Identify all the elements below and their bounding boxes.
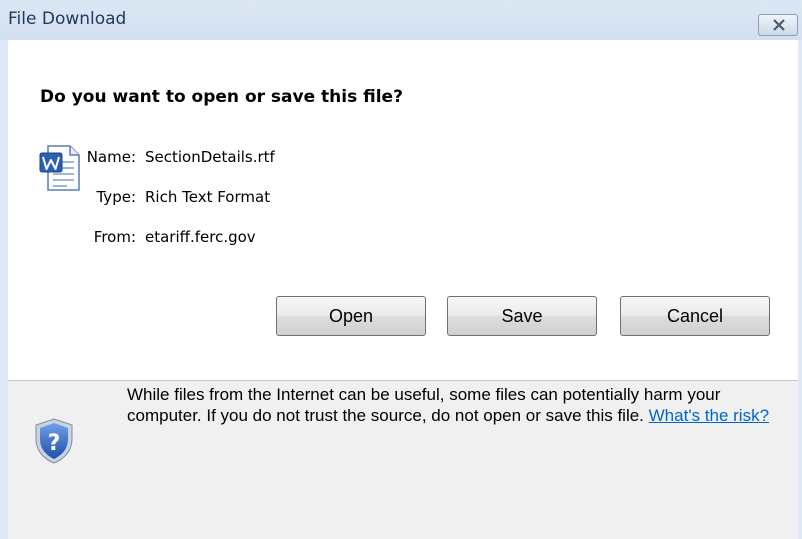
svg-text:?: ? <box>48 431 61 456</box>
file-name-label: Name: <box>86 148 136 166</box>
warning-text: While files from the Internet can be use… <box>127 385 721 425</box>
whats-the-risk-link[interactable]: What's the risk? <box>649 406 769 425</box>
open-button[interactable]: Open <box>276 296 426 336</box>
window-title: File Download <box>8 9 127 29</box>
dialog-content: Do you want to open or save this file? N… <box>8 40 798 539</box>
title-bar: File Download <box>0 0 802 40</box>
close-icon <box>773 19 785 31</box>
file-from-label: From: <box>93 228 136 246</box>
dialog-main-panel: Do you want to open or save this file? N… <box>8 40 798 380</box>
warning-message: While files from the Internet can be use… <box>127 384 772 426</box>
save-button[interactable]: Save <box>447 296 597 336</box>
close-button[interactable] <box>758 14 798 36</box>
prompt-heading: Do you want to open or save this file? <box>40 87 403 107</box>
shield-question-icon: ? <box>35 418 73 464</box>
file-type-value: Rich Text Format <box>145 188 271 206</box>
cancel-button[interactable]: Cancel <box>620 296 770 336</box>
file-type-label: Type: <box>96 188 136 206</box>
file-from-value: etariff.ferc.gov <box>145 228 256 246</box>
file-name-value: SectionDetails.rtf <box>145 148 275 166</box>
